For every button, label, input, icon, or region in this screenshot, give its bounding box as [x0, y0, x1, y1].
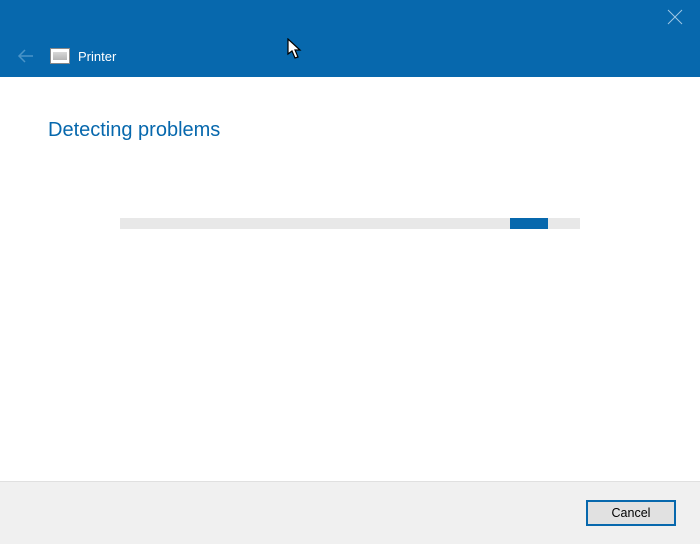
- progress-container: [120, 218, 580, 229]
- header-bar: Printer: [0, 35, 700, 77]
- back-arrow-icon: [16, 46, 36, 66]
- printer-icon: [50, 48, 70, 64]
- page-heading: Detecting problems: [48, 119, 652, 142]
- cancel-button[interactable]: Cancel: [586, 500, 676, 526]
- close-button[interactable]: [666, 8, 684, 26]
- content-area: Detecting problems: [0, 77, 700, 481]
- titlebar: [0, 0, 700, 35]
- progress-indicator: [510, 218, 548, 229]
- back-button[interactable]: [16, 46, 36, 66]
- header-title: Printer: [78, 49, 116, 64]
- footer-bar: Cancel: [0, 481, 700, 544]
- close-icon: [666, 8, 684, 26]
- progress-bar: [120, 218, 580, 229]
